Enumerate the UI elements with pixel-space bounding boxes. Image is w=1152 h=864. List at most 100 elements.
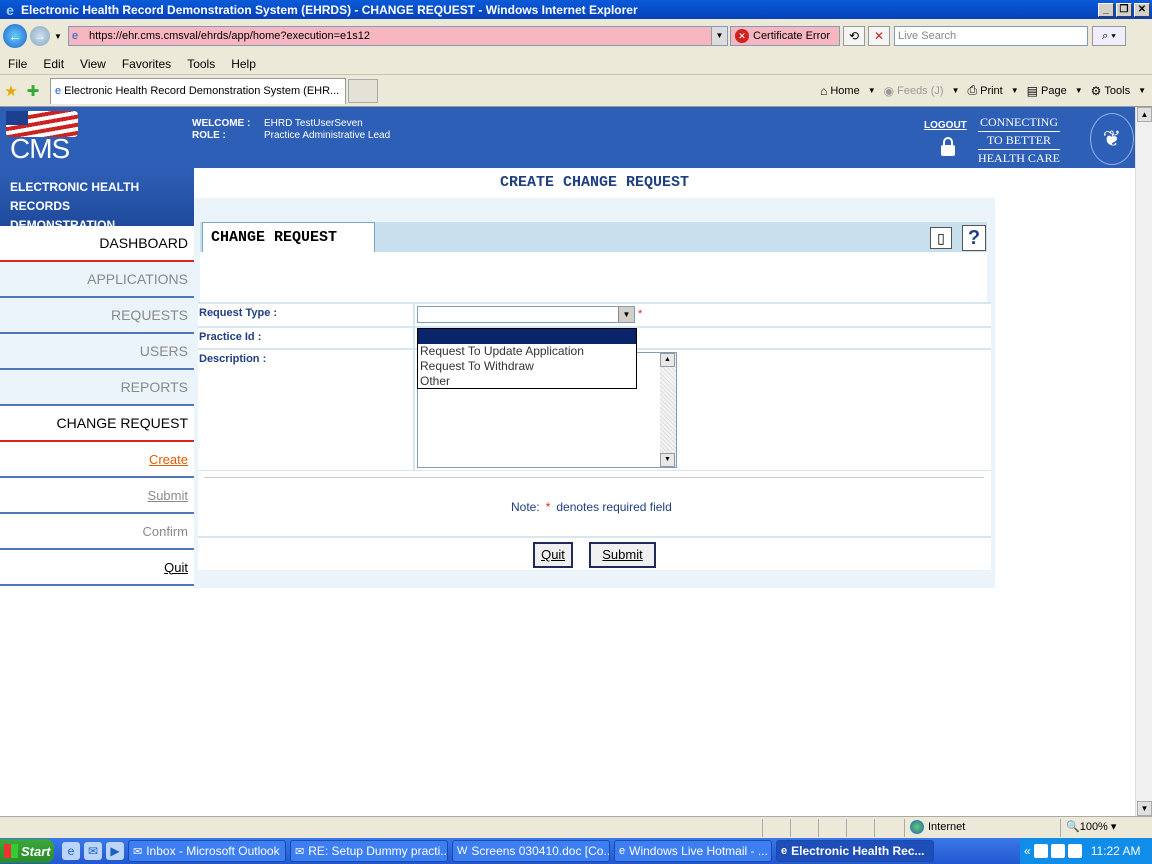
sidebar-item-submit[interactable]: Submit xyxy=(0,478,194,514)
print-dropdown-icon[interactable]: ▼ xyxy=(1011,86,1019,95)
task-re-setup[interactable]: ✉ RE: Setup Dummy practi... xyxy=(290,840,448,862)
zoom-control[interactable]: 🔍100% ▾ xyxy=(1066,820,1116,833)
task-label: Inbox - Microsoft Outlook xyxy=(146,844,280,858)
document-icon[interactable]: ▯ xyxy=(930,227,952,249)
scroll-up-icon[interactable]: ▲ xyxy=(1137,107,1152,122)
task-outlook-inbox[interactable]: ✉ Inbox - Microsoft Outlook xyxy=(128,840,286,862)
sidebar-item-requests[interactable]: REQUESTS xyxy=(0,298,194,334)
menu-edit[interactable]: Edit xyxy=(35,57,72,71)
new-tab-button[interactable] xyxy=(348,78,378,103)
menu-view[interactable]: View xyxy=(72,57,114,71)
change-request-panel: CHANGE REQUEST ▯ ? Request Type : ▼ * Pr… xyxy=(194,218,995,572)
history-dropdown-icon[interactable]: ▼ xyxy=(52,32,64,41)
task-screens-doc[interactable]: W Screens 030410.doc [Co... xyxy=(452,840,610,862)
start-label: Start xyxy=(21,843,51,859)
sidebar-item-applications[interactable]: APPLICATIONS xyxy=(0,262,194,298)
tray-expand-icon[interactable]: « xyxy=(1024,844,1031,858)
add-favorites-icon[interactable]: ✚ xyxy=(22,82,44,100)
close-button[interactable]: ✕ xyxy=(1134,2,1150,17)
tools-dropdown-icon[interactable]: ▼ xyxy=(1138,86,1146,95)
sidebar-item-reports[interactable]: REPORTS xyxy=(0,370,194,406)
home-icon: ⌂ xyxy=(820,83,828,98)
address-bar[interactable]: e https://ehr.cms.cmsval/ehrds/app/home?… xyxy=(68,26,728,46)
word-icon: W xyxy=(457,845,468,857)
sidebar-item-confirm: Confirm xyxy=(0,514,194,550)
task-label: Windows Live Hotmail - ... xyxy=(629,844,768,858)
cms-logo-text: CMS xyxy=(10,133,70,164)
page-dropdown-icon[interactable]: ▼ xyxy=(1075,86,1083,95)
minimize-button[interactable]: _ xyxy=(1098,2,1114,17)
feeds-dropdown-icon[interactable]: ▼ xyxy=(952,86,960,95)
ie-quicklaunch-icon[interactable]: e xyxy=(62,842,80,860)
required-marker: * xyxy=(638,308,643,320)
note-star: * xyxy=(545,500,551,514)
home-button[interactable]: ⌂ Home xyxy=(816,84,864,98)
sidebar-item-quit[interactable]: Quit xyxy=(0,550,194,586)
tagline-line-1: CONNECTING xyxy=(978,114,1060,132)
cms-logo: CMS xyxy=(6,111,78,167)
outlook-icon: ✉ xyxy=(133,845,143,858)
favorites-star-icon[interactable]: ★ xyxy=(0,82,22,100)
required-note: Note: * denotes required field xyxy=(511,500,672,514)
search-button[interactable]: ⌕ ▾ xyxy=(1092,26,1126,46)
forward-button[interactable]: → xyxy=(30,26,50,46)
feeds-icon: ◉ xyxy=(883,83,895,98)
home-dropdown-icon[interactable]: ▼ xyxy=(868,86,876,95)
sidebar-item-change-request[interactable]: CHANGE REQUEST xyxy=(0,406,194,442)
back-button[interactable]: ← xyxy=(3,24,27,48)
globe-icon xyxy=(910,820,924,834)
note-row: Note: * denotes required field xyxy=(198,470,991,536)
menu-help[interactable]: Help xyxy=(223,57,264,71)
scroll-up-icon[interactable]: ▲ xyxy=(660,353,675,367)
chevron-down-icon[interactable]: ▼ xyxy=(618,307,634,322)
page-button[interactable]: ▤ Page xyxy=(1023,84,1071,98)
refresh-button[interactable]: ⟲ xyxy=(843,26,865,46)
option-update-application[interactable]: Request To Update Application xyxy=(418,344,636,359)
tools-button[interactable]: ⚙ Tools xyxy=(1087,84,1134,98)
media-quicklaunch-icon[interactable]: ▶ xyxy=(106,842,124,860)
home-label: Home xyxy=(830,84,860,97)
tab-page-icon: e xyxy=(55,85,62,97)
scroll-down-icon[interactable]: ▼ xyxy=(1137,801,1152,816)
tab-label: Electronic Health Record Demonstration S… xyxy=(64,85,340,97)
window-title-bar: e Electronic Health Record Demonstration… xyxy=(0,0,1152,19)
note-text: denotes required field xyxy=(556,500,672,514)
option-other[interactable]: Other xyxy=(418,374,636,389)
restore-button[interactable]: ❐ xyxy=(1116,2,1132,17)
task-hotmail[interactable]: e Windows Live Hotmail - ... xyxy=(614,840,772,862)
role-label: ROLE : xyxy=(192,130,226,141)
tagline: CONNECTING TO BETTER HEALTH CARE xyxy=(978,114,1060,167)
help-icon[interactable]: ? xyxy=(962,225,986,251)
status-bar: Internet 🔍100% ▾ xyxy=(0,816,1152,838)
page-scrollbar[interactable]: ▲ ▼ xyxy=(1135,107,1152,816)
task-ehrds[interactable]: e Electronic Health Rec... xyxy=(776,840,934,862)
hhs-eagle-icon: ❦ xyxy=(1090,113,1134,165)
request-type-select[interactable]: ▼ xyxy=(417,306,635,323)
start-button[interactable]: Start xyxy=(0,839,54,863)
certificate-error-button[interactable]: ✕ Certificate Error xyxy=(730,26,840,46)
quit-button[interactable]: Quit xyxy=(533,542,573,568)
stop-button[interactable]: ✕ xyxy=(868,26,890,46)
scroll-down-icon[interactable]: ▼ xyxy=(660,453,675,467)
tab-ehrds[interactable]: e Electronic Health Record Demonstration… xyxy=(50,77,346,104)
sidebar-item-users[interactable]: USERS xyxy=(0,334,194,370)
tray-security-icon[interactable] xyxy=(1067,844,1082,858)
menu-tools[interactable]: Tools xyxy=(179,57,223,71)
feeds-button[interactable]: ◉ Feeds (J) xyxy=(880,84,948,98)
option-blank[interactable] xyxy=(418,329,636,344)
sidebar-item-dashboard[interactable]: DASHBOARD xyxy=(0,226,194,262)
tray-app-icon[interactable] xyxy=(1033,844,1048,858)
option-withdraw[interactable]: Request To Withdraw xyxy=(418,359,636,374)
textarea-scrollbar[interactable]: ▲ ▼ xyxy=(660,353,676,467)
outlook-quicklaunch-icon[interactable]: ✉ xyxy=(84,842,102,860)
sidebar-item-create[interactable]: Create xyxy=(0,442,194,478)
tray-network-icon[interactable] xyxy=(1050,844,1065,858)
menu-file[interactable]: File xyxy=(0,57,35,71)
submit-button[interactable]: Submit xyxy=(589,542,656,568)
search-input[interactable]: Live Search xyxy=(894,26,1088,46)
address-dropdown-icon[interactable]: ▼ xyxy=(711,27,727,45)
menu-favorites[interactable]: Favorites xyxy=(114,57,179,71)
logout-link[interactable]: LOGOUT xyxy=(924,120,967,131)
button-row: Quit Submit xyxy=(198,536,991,570)
print-button[interactable]: ⎙ Print xyxy=(964,83,1007,98)
